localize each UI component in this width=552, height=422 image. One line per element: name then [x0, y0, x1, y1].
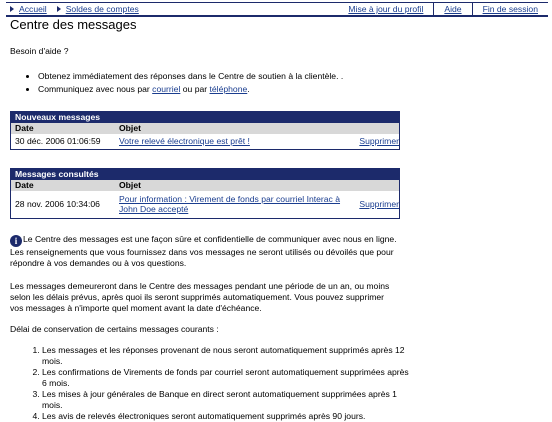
retention-list: Les messages et les réponses provenant d… — [16, 345, 412, 422]
message-date: 28 nov. 2006 10:34:06 — [15, 199, 100, 209]
col-date-header: Date — [15, 180, 34, 190]
new-messages-header: Date Objet — [11, 123, 399, 134]
message-date: 30 déc. 2006 01:06:59 — [15, 136, 101, 146]
arrow-right-icon — [56, 6, 61, 12]
col-subject-header: Objet — [119, 123, 141, 133]
delete-link[interactable]: Supprimer — [359, 134, 399, 149]
nav-logout-link[interactable]: Fin de session — [471, 3, 548, 15]
list-item: Les mises à jour générales de Banque en … — [42, 389, 412, 411]
nav-left: Accueil Soldes de comptes — [10, 3, 139, 15]
email-link[interactable]: courriel — [152, 84, 180, 94]
col-subject-header: Objet — [119, 180, 141, 190]
phone-link[interactable]: téléphone — [210, 84, 248, 94]
read-messages-title: Messages consultés — [11, 169, 399, 180]
nav-balances-link[interactable]: Soldes de comptes — [66, 3, 139, 15]
col-date-header: Date — [15, 123, 34, 133]
contact-text-post: . — [247, 84, 250, 94]
read-messages-header: Date Objet — [11, 180, 399, 191]
contact-text-mid: ou par — [180, 84, 210, 94]
info-paragraph-1: i Le Centre des messages est une façon sû… — [10, 234, 398, 269]
delete-link[interactable]: Supprimer — [359, 199, 399, 209]
new-messages-panel: Nouveaux messages Date Objet 30 déc. 200… — [10, 111, 400, 150]
top-navigation-bar: Accueil Soldes de comptes Mise à jour du… — [6, 2, 548, 17]
help-bullet-contact: Communiquez avec nous par courriel ou pa… — [38, 84, 343, 94]
help-heading: Besoin d'aide ? — [10, 46, 69, 56]
nav-balances[interactable]: Soldes de comptes — [56, 3, 139, 15]
help-bullet-list: Obtenez immédiatement des réponses dans … — [24, 71, 343, 97]
info-text-1: Le Centre des messages est une façon sûr… — [10, 234, 397, 268]
read-messages-panel: Messages consultés Date Objet 28 nov. 20… — [10, 168, 400, 219]
info-paragraph-3: Délai de conservation de certains messag… — [10, 324, 219, 334]
arrow-right-icon — [10, 6, 14, 12]
list-item: Les messages et les réponses provenant d… — [42, 345, 412, 367]
nav-home-link[interactable]: Accueil — [19, 3, 47, 15]
message-subject-link[interactable]: Votre relevé électronique est prêt ! — [119, 134, 250, 149]
table-row: 28 nov. 2006 10:34:06 Pour information :… — [11, 191, 399, 218]
page-title: Centre des messages — [10, 17, 137, 32]
list-item: Les confirmations de Virements de fonds … — [42, 367, 412, 389]
info-icon: i — [10, 235, 22, 247]
info-paragraph-2: Les messages demeureront dans le Centre … — [10, 281, 390, 313]
nav-profile-link[interactable]: Mise à jour du profil — [338, 3, 433, 15]
nav-help-link[interactable]: Aide — [433, 3, 471, 15]
table-row: 30 déc. 2006 01:06:59 Votre relevé élect… — [11, 134, 399, 149]
contact-text-pre: Communiquez avec nous par — [38, 84, 153, 94]
new-messages-title: Nouveaux messages — [11, 112, 399, 123]
nav-right: Mise à jour du profil Aide Fin de sessio… — [338, 3, 548, 15]
list-item: Les avis de relevés électroniques seront… — [42, 411, 412, 422]
nav-home[interactable]: Accueil — [10, 3, 47, 15]
message-subject-link[interactable]: Pour information : Virement de fonds par… — [119, 194, 359, 214]
help-bullet-support: Obtenez immédiatement des réponses dans … — [38, 71, 343, 81]
